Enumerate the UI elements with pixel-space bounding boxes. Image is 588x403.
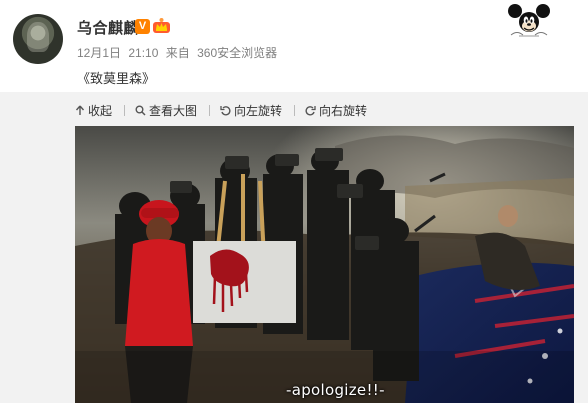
rotate-right-label: 向右旋转 <box>319 103 368 118</box>
rotate-left-button[interactable]: 向左旋转 <box>220 102 282 119</box>
toolbar-divider <box>124 104 126 116</box>
view-large-button[interactable]: 查看大图 <box>135 102 197 119</box>
post-time[interactable]: 21:10 <box>128 46 158 60</box>
toolbar-divider <box>294 104 296 116</box>
post-text: 《致莫里森》 <box>77 71 156 86</box>
post-source[interactable]: 360安全浏览器 <box>197 46 277 60</box>
username[interactable]: 乌合麒麟 <box>77 17 139 38</box>
collapse-label: 收起 <box>88 103 113 118</box>
rotate-right-button[interactable]: 向右旋转 <box>305 102 367 119</box>
rotate-left-label: 向左旋转 <box>234 103 283 118</box>
post-header: 乌合麒麟 V 12月1日 21:10 来自 360安全浏览器 《致莫里森》 <box>0 0 588 92</box>
post-date[interactable]: 12月1日 <box>77 46 121 60</box>
collapse-button[interactable]: 收起 <box>75 102 112 119</box>
rotate-right-icon <box>305 105 316 116</box>
rotate-left-icon <box>220 105 231 116</box>
avatar[interactable] <box>13 14 63 64</box>
post-image[interactable] <box>75 126 574 403</box>
image-subtitle: -apologize!!- <box>286 381 385 399</box>
up-arrow-icon <box>75 105 85 115</box>
member-crown-icon <box>153 18 170 33</box>
search-icon <box>135 105 146 116</box>
view-large-label: 查看大图 <box>149 103 198 118</box>
image-toolbar: 收起 查看大图 向左旋转 向右旋转 <box>75 100 379 120</box>
verified-v-icon: V <box>135 19 150 34</box>
post-meta: 12月1日 21:10 来自 360安全浏览器 <box>77 44 281 61</box>
source-prefix: 来自 <box>165 46 190 60</box>
mickey-mouse-icon <box>508 4 550 37</box>
toolbar-divider <box>209 104 211 116</box>
